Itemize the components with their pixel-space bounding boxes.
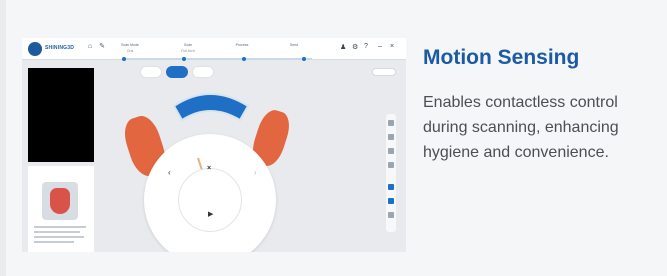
chevron-left-icon[interactable]: ‹ [168, 168, 171, 177]
wheel-center[interactable] [178, 168, 242, 232]
close-icon[interactable]: × [207, 165, 211, 172]
chevron-right-icon[interactable]: › [254, 168, 257, 177]
feature-card: SHINING3D ⌂ ✎ Scan Mode Oral Scan Full A… [0, 0, 667, 276]
play-icon[interactable]: ▶ [208, 210, 213, 218]
app-screenshot: SHINING3D ⌂ ✎ Scan Mode Oral Scan Full A… [22, 38, 406, 252]
feature-description: Enables contactless control during scann… [423, 94, 619, 161]
feature-title: Motion Sensing [423, 46, 580, 69]
card-edge [0, 0, 6, 276]
